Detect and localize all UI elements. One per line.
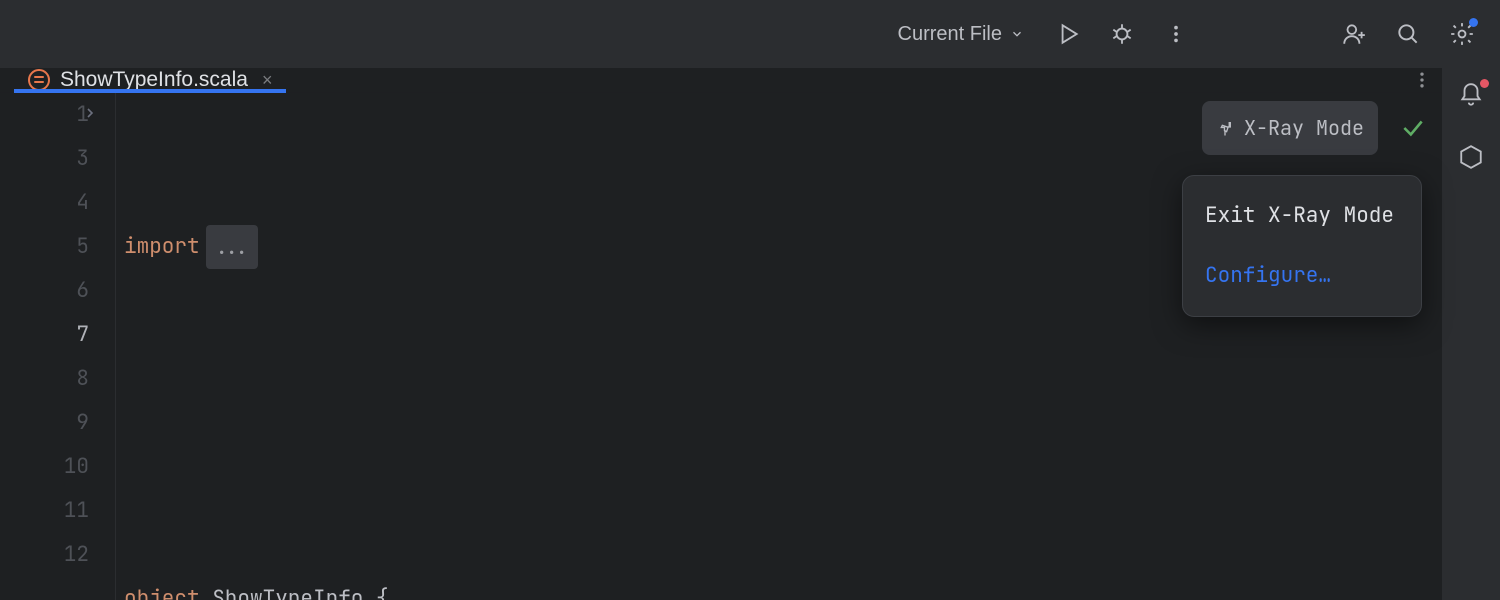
line-gutter: 1 3 4 5 6 7 8 9 10 11 12 [0,93,116,600]
hexagon-tool-button[interactable] [1458,144,1484,170]
line-number: 11 [0,489,95,533]
chevron-down-icon [1010,27,1024,41]
gear-icon [1449,21,1475,47]
editor-body[interactable]: X-Ray Mode Exit X-Ray Mode Configure… 1 … [0,93,1442,600]
keyword: object [124,577,200,600]
run-config-selector[interactable]: Current File [888,19,1034,50]
main-toolbar: Current File [0,0,1500,68]
search-icon [1395,21,1421,47]
keyword: import [124,225,200,269]
more-actions-button[interactable] [1156,14,1196,54]
code-with-me-button[interactable] [1334,14,1374,54]
tab-more-button[interactable] [1412,70,1432,90]
person-plus-icon [1341,21,1367,47]
tab-filename: ShowTypeInfo.scala [60,68,248,92]
kebab-icon [1165,23,1187,45]
debug-button[interactable] [1102,14,1142,54]
line-number: 12 [0,533,95,577]
popup-exit-xray[interactable]: Exit X-Ray Mode [1183,186,1421,246]
chevron-right-icon [82,105,98,121]
search-button[interactable] [1388,14,1428,54]
bug-icon [1109,21,1135,47]
right-tool-rail [1442,68,1500,600]
code-line: object ShowTypeInfo { [124,577,1442,600]
line-number: 4 [0,181,95,225]
settings-button[interactable] [1442,14,1482,54]
close-tab-icon[interactable]: × [262,70,273,91]
line-number: 6 [0,269,95,313]
run-button[interactable] [1048,14,1088,54]
xray-popup: Exit X-Ray Mode Configure… [1182,175,1422,317]
notifications-button[interactable] [1458,82,1484,108]
play-icon [1055,21,1081,47]
fold-toggle[interactable] [82,105,98,121]
line-number: 10 [0,445,95,489]
run-config-label: Current File [898,23,1002,46]
line-number: 3 [0,137,95,181]
line-number: 9 [0,401,95,445]
code-area[interactable]: import ... object ShowTypeInfo { Seq(1, … [116,93,1442,600]
editor-tab[interactable]: ShowTypeInfo.scala × [14,68,286,92]
bell-icon [1458,82,1484,108]
line-number: 7 [0,313,95,357]
folded-region[interactable]: ... [206,225,258,269]
popup-configure[interactable]: Configure… [1183,246,1421,306]
line-number: 5 [0,225,95,269]
scala-file-icon [28,69,50,91]
line-number: 1 [0,93,95,137]
editor-tab-strip: ShowTypeInfo.scala × [0,68,1442,93]
kebab-icon [1412,70,1432,90]
code-text: ShowTypeInfo { [200,577,389,600]
line-number: 8 [0,357,95,401]
hexagon-icon [1458,144,1484,170]
code-line [124,401,1442,445]
